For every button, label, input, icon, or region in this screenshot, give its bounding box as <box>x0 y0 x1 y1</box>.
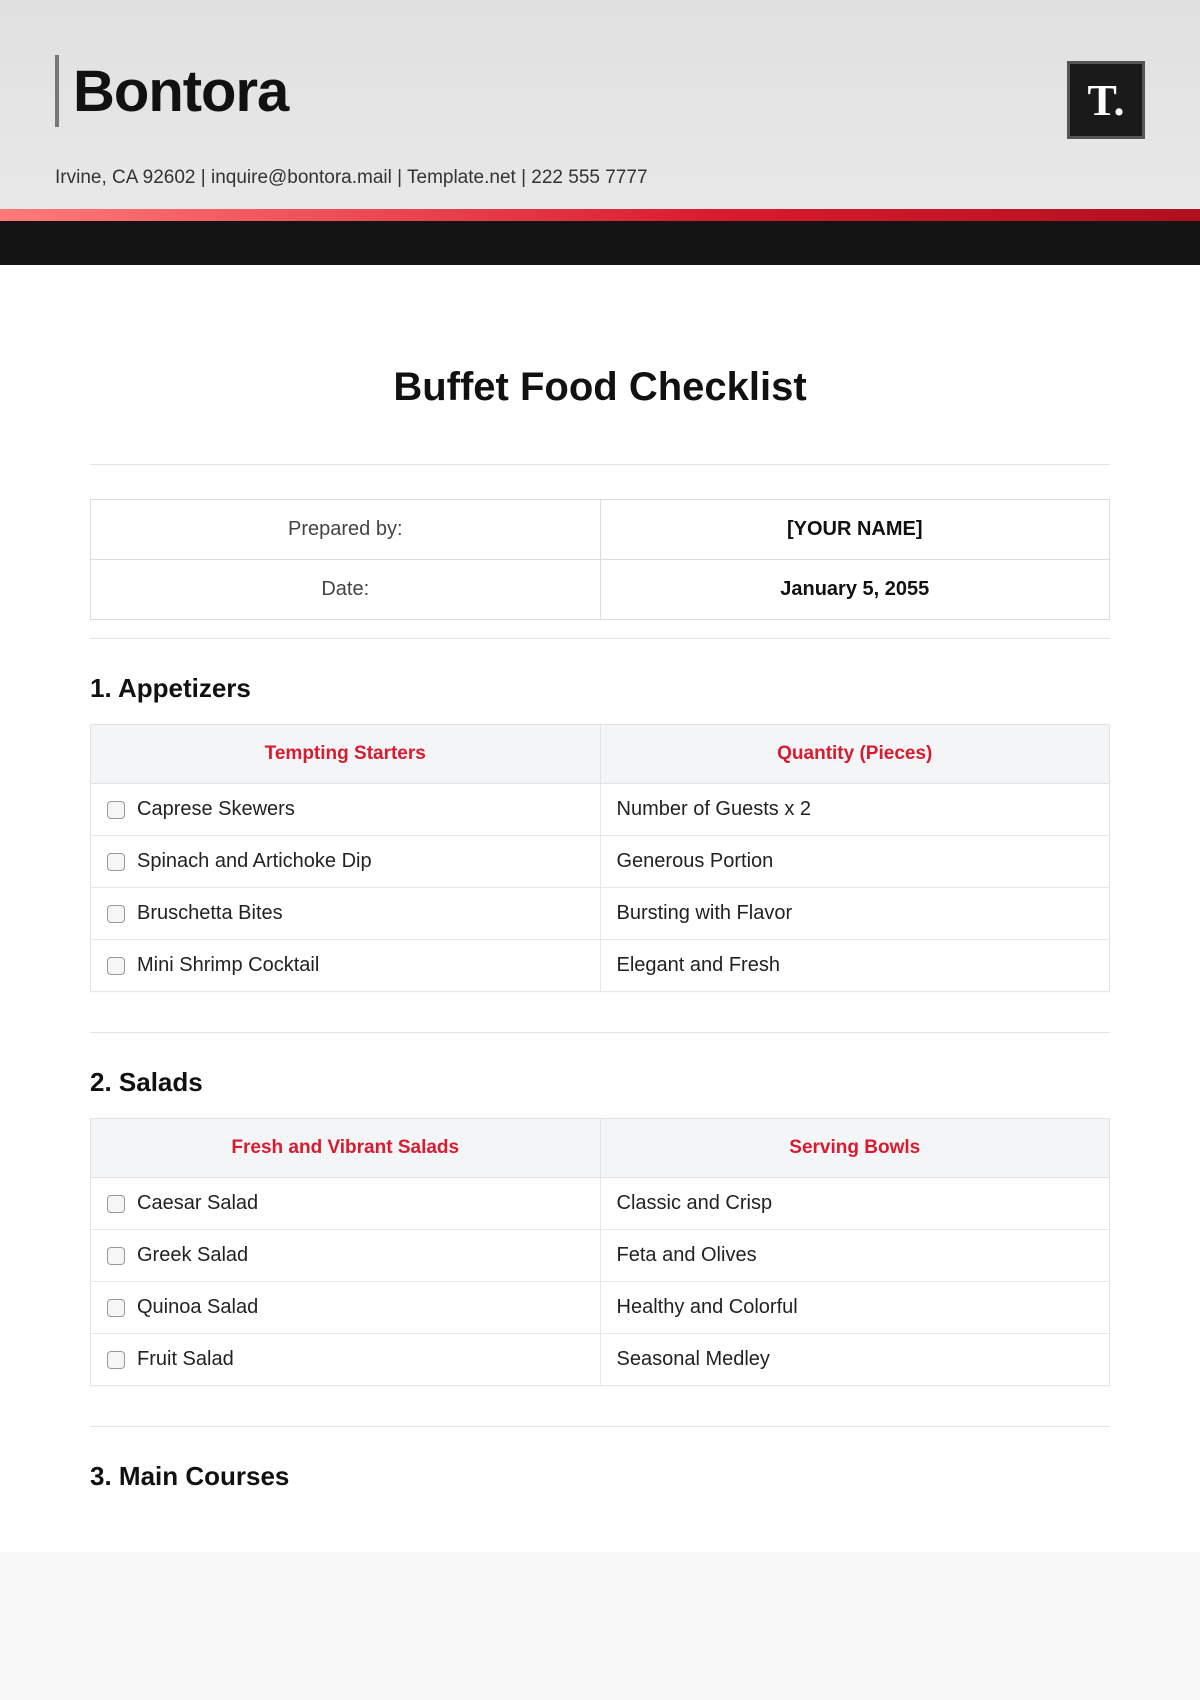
table-header-row: Tempting Starters Quantity (Pieces) <box>91 725 1110 784</box>
logo-text: T. <box>1087 75 1124 126</box>
item-qty: Classic and Crisp <box>600 1178 1110 1230</box>
section-title-salads: 2. Salads <box>90 1067 1110 1098</box>
template-logo-icon: T. <box>1067 61 1145 139</box>
item-label: Spinach and Artichoke Dip <box>137 850 372 873</box>
item-label: Mini Shrimp Cocktail <box>137 954 319 977</box>
meta-table: Prepared by: [YOUR NAME] Date: January 5… <box>90 499 1110 620</box>
section-title-main-courses: 3. Main Courses <box>90 1461 1110 1492</box>
item-qty: Number of Guests x 2 <box>600 784 1110 836</box>
item-qty: Seasonal Medley <box>600 1334 1110 1386</box>
table-row: Prepared by: [YOUR NAME] <box>91 500 1110 560</box>
col-header: Tempting Starters <box>91 725 601 784</box>
item-label: Greek Salad <box>137 1244 248 1267</box>
table-row: Caesar Salad Classic and Crisp <box>91 1178 1110 1230</box>
col-header: Fresh and Vibrant Salads <box>91 1119 601 1178</box>
table-row: Bruschetta Bites Bursting with Flavor <box>91 888 1110 940</box>
checkbox-icon[interactable] <box>107 801 125 819</box>
checkbox-icon[interactable] <box>107 1351 125 1369</box>
prepared-by-value: [YOUR NAME] <box>600 500 1110 560</box>
item-qty: Elegant and Fresh <box>600 940 1110 992</box>
page-body: Buffet Food Checklist Prepared by: [YOUR… <box>0 265 1200 1552</box>
divider <box>90 638 1110 639</box>
checkbox-icon[interactable] <box>107 1195 125 1213</box>
checkbox-icon[interactable] <box>107 905 125 923</box>
item-qty: Bursting with Flavor <box>600 888 1110 940</box>
item-qty: Healthy and Colorful <box>600 1282 1110 1334</box>
item-qty: Feta and Olives <box>600 1230 1110 1282</box>
brand-name: Bontora <box>73 58 288 125</box>
table-row: Fruit Salad Seasonal Medley <box>91 1334 1110 1386</box>
divider <box>90 1426 1110 1427</box>
divider <box>90 464 1110 465</box>
checkbox-icon[interactable] <box>107 1247 125 1265</box>
item-label: Caesar Salad <box>137 1192 258 1215</box>
item-label: Fruit Salad <box>137 1348 234 1371</box>
header-area: Bontora T. Irvine, CA 92602 | inquire@bo… <box>0 0 1200 209</box>
table-row: Caprese Skewers Number of Guests x 2 <box>91 784 1110 836</box>
appetizers-table: Tempting Starters Quantity (Pieces) Capr… <box>90 724 1110 992</box>
item-qty: Generous Portion <box>600 836 1110 888</box>
item-label: Quinoa Salad <box>137 1296 258 1319</box>
date-value: January 5, 2055 <box>600 560 1110 620</box>
col-header: Serving Bowls <box>600 1119 1110 1178</box>
table-header-row: Fresh and Vibrant Salads Serving Bowls <box>91 1119 1110 1178</box>
checkbox-icon[interactable] <box>107 1299 125 1317</box>
document-title: Buffet Food Checklist <box>90 265 1110 450</box>
contact-line: Irvine, CA 92602 | inquire@bontora.mail … <box>55 167 1145 189</box>
brand-left: Bontora <box>55 55 288 127</box>
table-row: Mini Shrimp Cocktail Elegant and Fresh <box>91 940 1110 992</box>
salads-table: Fresh and Vibrant Salads Serving Bowls C… <box>90 1118 1110 1386</box>
accent-bar <box>0 209 1200 221</box>
prepared-by-label: Prepared by: <box>91 500 601 560</box>
table-row: Greek Salad Feta and Olives <box>91 1230 1110 1282</box>
table-row: Quinoa Salad Healthy and Colorful <box>91 1282 1110 1334</box>
checkbox-icon[interactable] <box>107 853 125 871</box>
item-label: Bruschetta Bites <box>137 902 283 925</box>
dark-bar <box>0 221 1200 265</box>
table-row: Date: January 5, 2055 <box>91 560 1110 620</box>
checkbox-icon[interactable] <box>107 957 125 975</box>
date-label: Date: <box>91 560 601 620</box>
table-row: Spinach and Artichoke Dip Generous Porti… <box>91 836 1110 888</box>
brand-accent-bar <box>55 55 59 127</box>
col-header: Quantity (Pieces) <box>600 725 1110 784</box>
divider <box>90 1032 1110 1033</box>
section-title-appetizers: 1. Appetizers <box>90 673 1110 704</box>
brand-row: Bontora T. <box>55 55 1145 139</box>
item-label: Caprese Skewers <box>137 798 295 821</box>
